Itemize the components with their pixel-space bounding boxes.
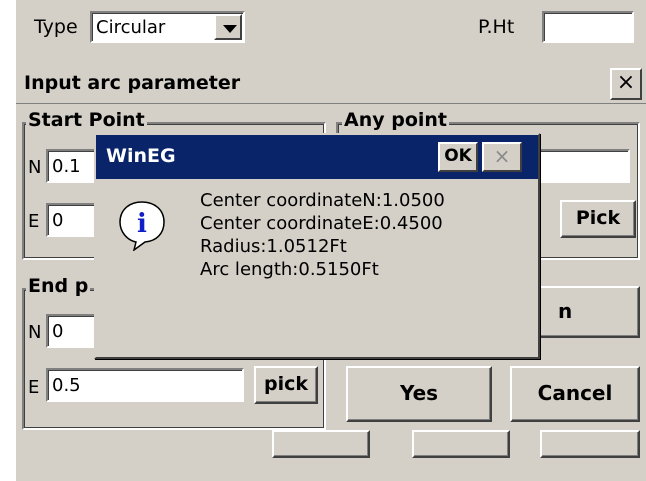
hidden-button-1[interactable]: [272, 430, 370, 458]
dialog-close-button[interactable]: ×: [610, 68, 642, 100]
start-n-label: N: [28, 157, 42, 178]
end-e-label: E: [28, 377, 40, 398]
message-line: Arc length:0.5150Ft: [200, 259, 379, 280]
start-n-value: 0.1: [52, 156, 81, 177]
cancel-button[interactable]: Cancel: [510, 366, 640, 422]
message-close-button[interactable]: ×: [482, 142, 522, 172]
message-title: WinEG: [106, 145, 176, 167]
hidden-button-2[interactable]: [412, 430, 510, 458]
type-dropdown-button[interactable]: [214, 14, 242, 40]
any-point-input[interactable]: [536, 149, 630, 183]
end-n-value: 0: [52, 321, 64, 342]
type-row: Type Circular P.Ht: [16, 0, 646, 64]
any-point-pick-button[interactable]: Pick: [560, 200, 636, 238]
ok-button[interactable]: OK: [438, 142, 478, 172]
start-e-label: E: [28, 211, 40, 232]
dialog-title-bar: Input arc parameter ×: [16, 64, 646, 104]
type-label: Type: [34, 16, 78, 38]
end-pick-button[interactable]: pick: [254, 366, 318, 404]
message-line: Center coordinateN:1.0500: [200, 190, 445, 211]
any-point-label: Any point: [342, 109, 450, 131]
pht-input[interactable]: [542, 11, 634, 43]
pht-label: P.Ht: [478, 16, 515, 38]
svg-text:i: i: [137, 209, 147, 239]
start-e-value: 0: [52, 210, 64, 231]
end-e-value: 0.5: [52, 375, 81, 396]
message-body: Center coordinateN:1.0500 Center coordin…: [200, 189, 445, 281]
yes-button[interactable]: Yes: [346, 366, 492, 422]
type-select-value: Circular: [96, 17, 166, 38]
partial-button[interactable]: n: [526, 286, 640, 338]
message-line: Center coordinateE:0.4500: [200, 213, 443, 234]
info-icon: i: [119, 201, 165, 251]
hidden-button-3[interactable]: [540, 430, 640, 458]
chevron-down-icon: [223, 25, 237, 33]
end-n-label: N: [28, 322, 42, 343]
wineg-message-box: WinEG OK × i Center coordinateN:1.0500 C…: [94, 133, 540, 359]
dialog-title: Input arc parameter: [24, 72, 241, 94]
end-point-label: End p: [26, 275, 91, 297]
start-point-label: Start Point: [26, 109, 147, 131]
end-e-input[interactable]: 0.5: [46, 368, 244, 402]
message-line: Radius:1.0512Ft: [200, 236, 347, 257]
type-select[interactable]: Circular: [90, 11, 245, 43]
